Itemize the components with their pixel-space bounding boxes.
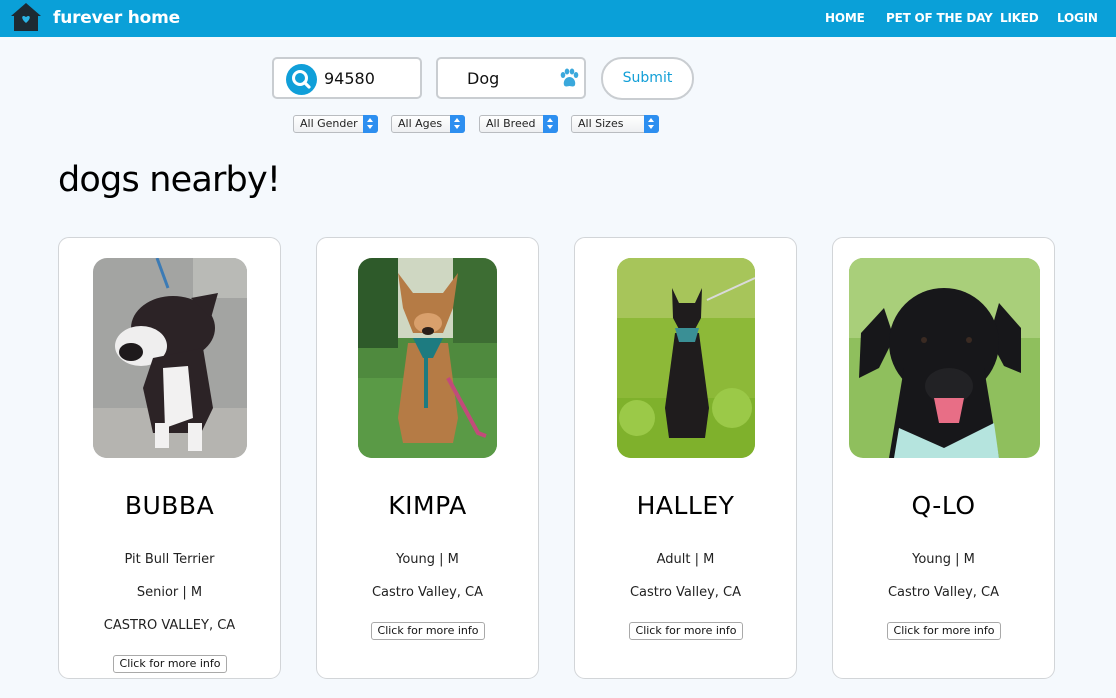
pet-card[interactable]: HALLEY Adult | M Castro Valley, CA Click… [574,237,797,679]
select-arrows-icon [450,115,465,133]
submit-button[interactable]: Submit [601,57,694,100]
page-title: dogs nearby! [58,160,281,200]
age-select[interactable]: All Ages [391,115,465,133]
brand-name[interactable]: furever home [53,8,180,28]
top-navbar: furever home HOME PET OF THE DAY LIKED L… [0,0,1116,37]
pet-age-gender: Senior | M [136,585,203,600]
pet-card[interactable]: Q-LO Young | M Castro Valley, CA Click f… [832,237,1055,679]
zip-search-input[interactable]: 94580 [272,57,422,99]
pet-photo[interactable] [93,258,247,458]
nav-login[interactable]: LOGIN [1057,11,1098,25]
breed-select[interactable]: All Breed [479,115,558,133]
gender-select[interactable]: All Gender [293,115,378,133]
pet-photo[interactable] [849,258,1040,458]
pet-type-input[interactable]: Dog [436,57,586,99]
pet-age-gender: Young | M [912,552,975,567]
select-arrows-icon [644,115,659,133]
size-select-value: All Sizes [578,117,624,130]
more-info-button[interactable]: Click for more info [887,622,1001,640]
pet-type-value[interactable]: Dog [467,69,499,88]
pet-location: Castro Valley, CA [887,585,1000,600]
zip-value[interactable]: 94580 [324,69,375,88]
pet-name: Q-LO [911,491,976,520]
pet-age-gender: Young | M [396,552,459,567]
pet-name: BUBBA [124,491,215,520]
age-select-value: All Ages [398,117,443,130]
pet-age-gender: Adult | M [656,552,715,567]
house-heart-icon[interactable] [10,2,42,32]
pet-location: CASTRO VALLEY, CA [103,618,236,633]
pet-name: HALLEY [636,491,735,520]
pet-name: KIMPA [388,491,467,520]
pet-location: Castro Valley, CA [629,585,742,600]
select-arrows-icon [363,115,378,133]
nav-home[interactable]: HOME [825,11,865,25]
nav-pet-of-the-day[interactable]: PET OF THE DAY [886,11,993,25]
nav-liked[interactable]: LIKED [1000,11,1039,25]
pet-breed: Pit Bull Terrier [124,552,215,567]
size-select[interactable]: All Sizes [571,115,659,133]
pet-photo[interactable] [358,258,497,458]
more-info-button[interactable]: Click for more info [113,655,227,673]
select-arrows-icon [543,115,558,133]
breed-select-value: All Breed [486,117,536,130]
paw-icon [560,68,579,87]
pet-photo[interactable] [617,258,755,458]
pet-card[interactable]: BUBBA Pit Bull Terrier Senior | M CASTRO… [58,237,281,679]
more-info-button[interactable]: Click for more info [371,622,485,640]
pet-card[interactable]: KIMPA Young | M Castro Valley, CA Click … [316,237,539,679]
gender-select-value: All Gender [300,117,358,130]
more-info-button[interactable]: Click for more info [629,622,743,640]
search-icon[interactable] [286,64,317,95]
pet-location: Castro Valley, CA [371,585,484,600]
